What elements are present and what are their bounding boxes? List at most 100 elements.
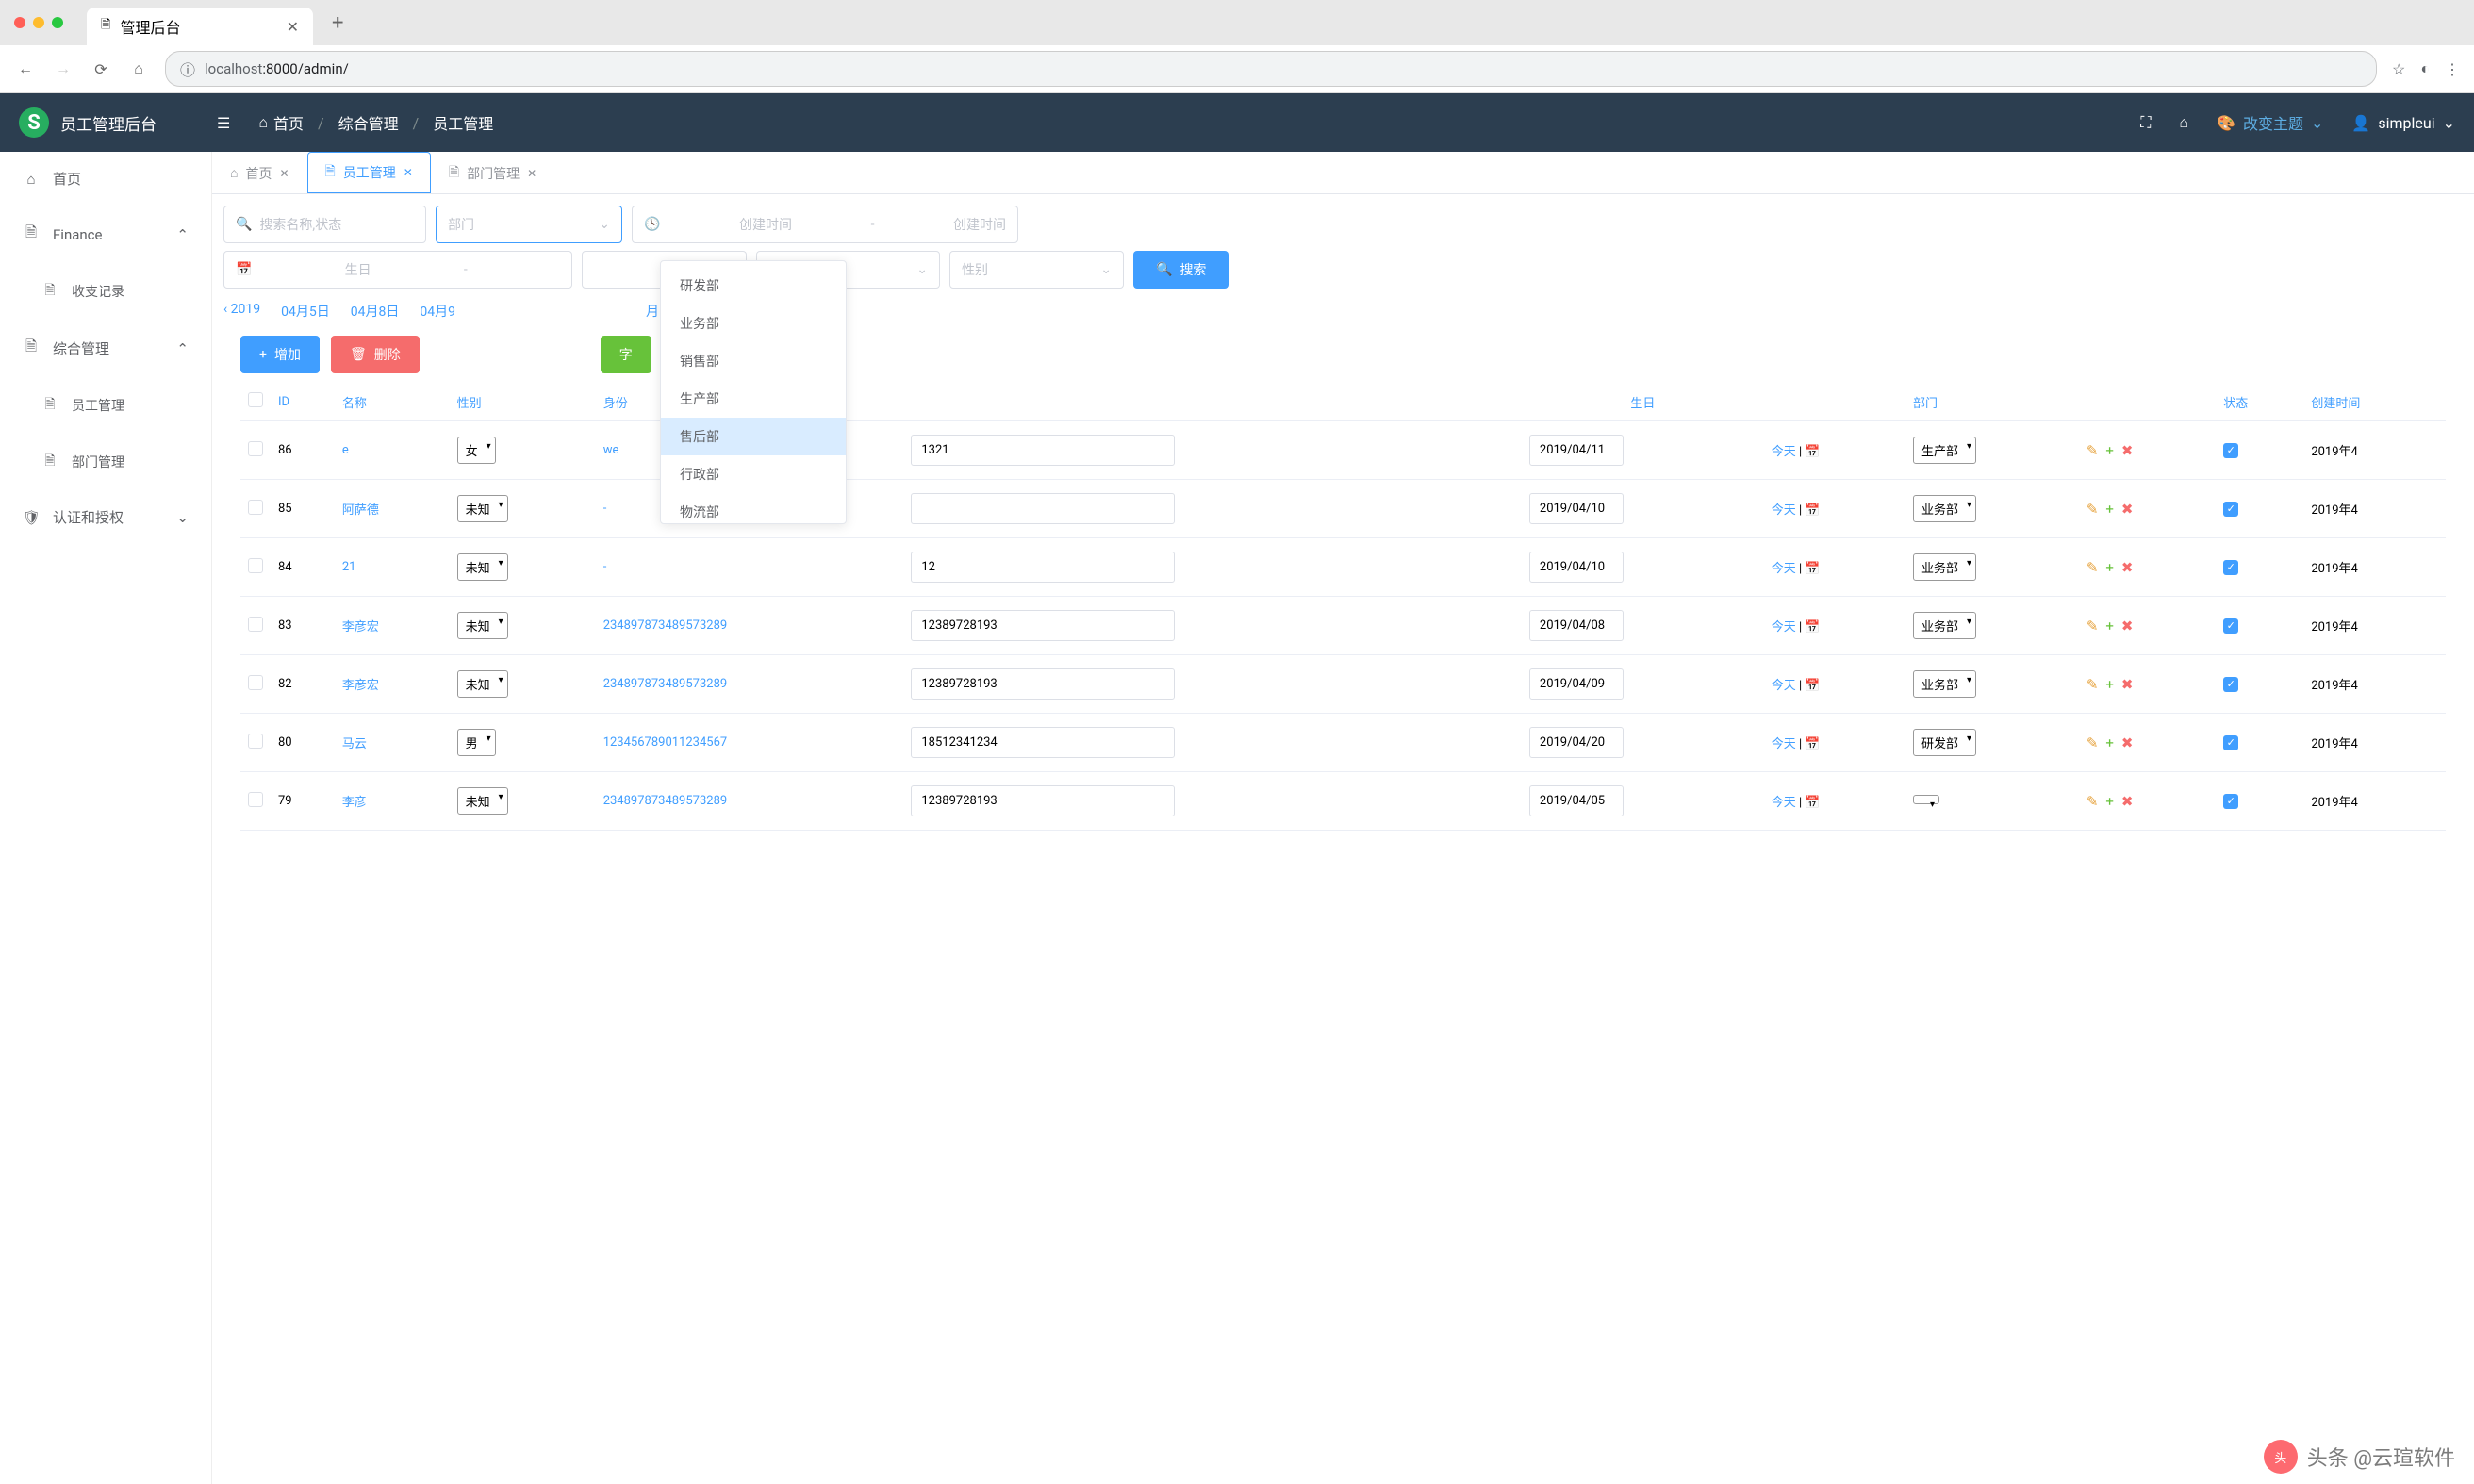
cell-name-link[interactable]: 李彦宏 xyxy=(342,620,379,635)
create-time-range[interactable]: 🕓 创建时间 - 创建时间 xyxy=(632,206,1018,243)
plus-icon[interactable]: + xyxy=(2105,793,2114,810)
cell-idcard-link[interactable]: - xyxy=(603,560,607,574)
green-button[interactable]: 字 xyxy=(601,336,651,373)
row-checkbox[interactable] xyxy=(248,441,263,456)
maximize-window-icon[interactable] xyxy=(52,17,63,28)
tab-employee[interactable]: 🗎 员工管理 ✕ xyxy=(307,152,431,193)
today-link[interactable]: 今天 xyxy=(1772,562,1796,576)
gender-select[interactable]: 未知 xyxy=(457,612,508,639)
menu-icon[interactable]: ⋮ xyxy=(2445,60,2460,78)
col-name[interactable]: 名称 xyxy=(335,383,450,421)
cell-name-link[interactable]: 21 xyxy=(342,560,356,574)
gender-select[interactable]: 未知 xyxy=(457,787,508,815)
gender-select[interactable]: 未知 xyxy=(457,670,508,698)
tab-home[interactable]: ⌂ 首页 ✕ xyxy=(212,152,307,193)
search-input[interactable]: 🔍 搜索名称,状态 xyxy=(223,206,426,243)
col-id[interactable]: ID xyxy=(271,383,335,421)
birthday-input[interactable] xyxy=(1529,610,1624,641)
calendar-icon[interactable]: 📅 xyxy=(1805,796,1820,810)
today-link[interactable]: 今天 xyxy=(1772,620,1796,635)
close-window-icon[interactable] xyxy=(14,17,25,28)
dropdown-option[interactable]: 销售部 xyxy=(661,342,846,380)
phone-input[interactable] xyxy=(911,668,1175,700)
plus-icon[interactable]: + xyxy=(2105,559,2114,576)
close-icon[interactable]: ✕ xyxy=(404,166,413,179)
status-checkbox[interactable]: ✓ xyxy=(2223,443,2238,458)
calendar-icon[interactable]: 📅 xyxy=(1805,562,1820,576)
plus-icon[interactable]: + xyxy=(2105,442,2114,459)
gender-select[interactable]: 未知 xyxy=(457,495,508,522)
edit-icon[interactable]: ✎ xyxy=(2086,559,2099,576)
plus-icon[interactable]: + xyxy=(2105,734,2114,751)
gender-select[interactable]: 女 xyxy=(457,437,496,464)
cell-name-link[interactable]: e xyxy=(342,443,349,457)
dropdown-option[interactable]: 行政部 xyxy=(661,455,846,493)
dropdown-option[interactable]: 研发部 xyxy=(661,267,846,305)
delete-icon[interactable]: ✖ xyxy=(2121,676,2134,693)
row-checkbox[interactable] xyxy=(248,500,263,515)
cell-idcard-link[interactable]: 234897873489573289 xyxy=(603,618,728,633)
today-link[interactable]: 今天 xyxy=(1772,503,1796,518)
close-tab-icon[interactable]: ✕ xyxy=(287,18,299,36)
dropdown-option[interactable]: 生产部 xyxy=(661,380,846,418)
cell-name-link[interactable]: 李彦宏 xyxy=(342,679,379,693)
edit-icon[interactable]: ✎ xyxy=(2086,793,2099,810)
col-status[interactable]: 状态 xyxy=(2216,383,2303,421)
gender-select[interactable]: 未知 xyxy=(457,553,508,581)
col-created[interactable]: 创建时间 xyxy=(2303,383,2446,421)
select-all-checkbox[interactable] xyxy=(248,392,263,407)
birthday-input[interactable] xyxy=(1529,668,1624,700)
breadcrumb-2[interactable]: 员工管理 xyxy=(433,111,493,134)
delete-icon[interactable]: ✖ xyxy=(2121,501,2134,518)
plus-icon[interactable]: + xyxy=(2105,676,2114,693)
calendar-icon[interactable]: 📅 xyxy=(1805,445,1820,459)
fullscreen-icon[interactable]: ⛶ xyxy=(2140,113,2151,132)
sidebar-item-manage[interactable]: 🗎 综合管理 ⌃ xyxy=(0,320,211,377)
cell-idcard-link[interactable]: 234897873489573289 xyxy=(603,794,728,808)
search-button[interactable]: 🔍 搜索 xyxy=(1133,251,1229,289)
star-icon[interactable]: ☆ xyxy=(2392,60,2405,78)
cell-name-link[interactable]: 阿萨德 xyxy=(342,503,379,518)
dept-select[interactable]: 业务部 xyxy=(1913,553,1976,581)
sidebar-item-finance[interactable]: 🗎 Finance ⌃ xyxy=(0,206,211,263)
cell-name-link[interactable]: 马云 xyxy=(342,737,367,751)
url-input[interactable]: ⓘ localhost:8000/admin/ xyxy=(165,51,2377,87)
user-menu[interactable]: 👤 simpleui ⌄ xyxy=(2351,114,2455,132)
calendar-icon[interactable]: 📅 xyxy=(1805,737,1820,751)
delete-icon[interactable]: ✖ xyxy=(2121,793,2134,810)
today-link[interactable]: 今天 xyxy=(1772,445,1796,459)
sidebar-item-finance-records[interactable]: 🗎 收支记录 xyxy=(0,263,211,320)
row-checkbox[interactable] xyxy=(248,792,263,807)
menu-toggle-icon[interactable]: ☰ xyxy=(217,114,230,132)
sidebar-item-auth[interactable]: 🛡 认证和授权 ⌄ xyxy=(0,490,211,544)
close-icon[interactable]: ✕ xyxy=(527,167,536,180)
minimize-window-icon[interactable] xyxy=(33,17,44,28)
sidebar-item-employee[interactable]: 🗎 员工管理 xyxy=(0,377,211,434)
birthday-input[interactable] xyxy=(1529,785,1624,816)
status-checkbox[interactable]: ✓ xyxy=(2223,794,2238,809)
edit-icon[interactable]: ✎ xyxy=(2086,734,2099,751)
birthday-input[interactable] xyxy=(1529,435,1624,466)
row-checkbox[interactable] xyxy=(248,675,263,690)
row-checkbox[interactable] xyxy=(248,558,263,573)
dept-select[interactable]: 研发部 xyxy=(1913,729,1976,756)
status-checkbox[interactable]: ✓ xyxy=(2223,502,2238,517)
department-select[interactable]: 部门 ⌄ xyxy=(436,206,622,243)
today-link[interactable]: 今天 xyxy=(1772,737,1796,751)
phone-input[interactable] xyxy=(911,435,1175,466)
close-icon[interactable]: ✕ xyxy=(279,167,289,180)
birthday-range[interactable]: 📅 生日 - xyxy=(223,251,572,289)
row-checkbox[interactable] xyxy=(248,617,263,632)
browser-tab[interactable]: 🗎 管理后台 ✕ xyxy=(87,8,313,45)
add-button[interactable]: + 增加 xyxy=(240,336,320,373)
dropdown-option[interactable]: 物流部 xyxy=(661,493,846,524)
edit-icon[interactable]: ✎ xyxy=(2086,501,2099,518)
phone-input[interactable] xyxy=(911,552,1175,583)
birthday-input[interactable] xyxy=(1529,493,1624,524)
calendar-icon[interactable]: 📅 xyxy=(1805,679,1820,693)
col-dept[interactable]: 部门 xyxy=(1905,383,2079,421)
plus-icon[interactable]: + xyxy=(2105,501,2114,518)
delete-icon[interactable]: ✖ xyxy=(2121,442,2134,459)
dept-select[interactable]: 生产部 xyxy=(1913,437,1976,464)
delete-icon[interactable]: ✖ xyxy=(2121,559,2134,576)
